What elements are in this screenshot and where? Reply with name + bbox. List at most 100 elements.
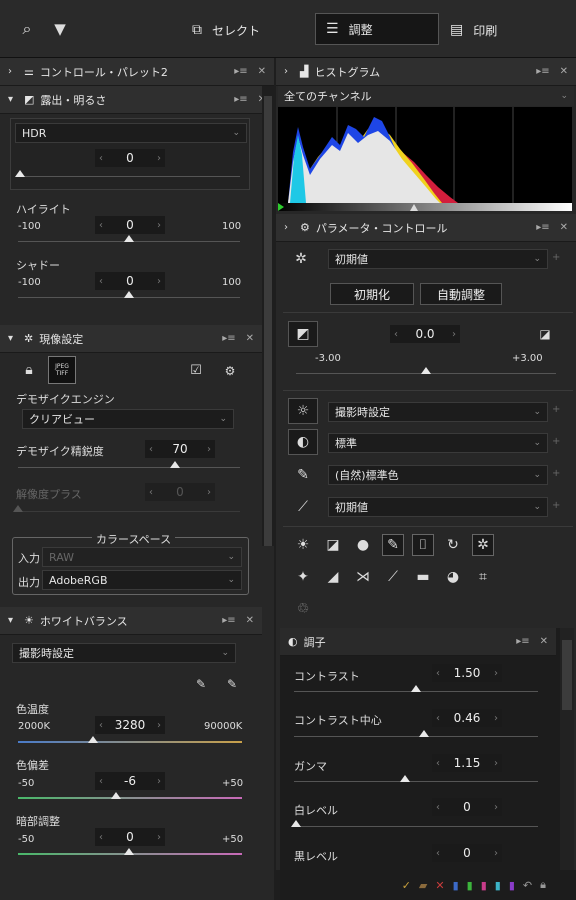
initialize-button[interactable]: 初期化: [330, 283, 414, 305]
close-icon[interactable]: ✕: [246, 615, 254, 626]
hdr-value[interactable]: 0: [126, 151, 134, 165]
increment-icon[interactable]: ›: [157, 153, 161, 164]
contrast-center-value[interactable]: 0.46: [454, 711, 481, 725]
picture-control-icon[interactable]: ◐: [288, 429, 318, 455]
rotate-icon[interactable]: ↻: [442, 534, 464, 556]
add-icon[interactable]: +: [552, 404, 560, 415]
contrast-slider-thumb[interactable]: [411, 685, 421, 692]
shadow-spinner[interactable]: ‹ 0 ›: [95, 272, 165, 290]
temp-slider-track[interactable]: [18, 741, 242, 743]
increment-icon[interactable]: ›: [494, 668, 498, 679]
channel-select[interactable]: 全てのチャンネル ⌄: [278, 86, 574, 106]
jpeg-tiff-icon[interactable]: JPEG TIFF: [48, 356, 76, 384]
white-level-slider-thumb[interactable]: [291, 820, 301, 827]
precision-value[interactable]: 70: [172, 442, 187, 456]
increment-icon[interactable]: ›: [207, 444, 211, 455]
crop-frame-icon[interactable]: ⌷: [412, 534, 434, 556]
brush-icon[interactable]: ⟋: [288, 494, 318, 520]
panel-menu-icon[interactable]: ▸≡: [222, 333, 235, 344]
check-icon[interactable]: ✓: [402, 879, 411, 892]
auto-exposure-icon[interactable]: ◪: [536, 325, 554, 343]
decrement-icon[interactable]: ‹: [149, 444, 153, 455]
decrement-icon[interactable]: ‹: [436, 802, 440, 813]
expand-arrow-icon[interactable]: ▾: [8, 333, 18, 344]
contrast-spinner[interactable]: ‹ 1.50 ›: [432, 664, 502, 682]
add-icon[interactable]: +: [552, 500, 560, 511]
contrast-center-slider-track[interactable]: [294, 736, 538, 737]
eyedropper-add-icon[interactable]: ✎: [222, 675, 242, 693]
add-icon[interactable]: +: [552, 468, 560, 479]
close-icon[interactable]: ✕: [246, 333, 254, 344]
highlight-spinner[interactable]: ‹ 0 ›: [95, 216, 165, 234]
contrast-center-spinner[interactable]: ‹ 0.46 ›: [432, 709, 502, 727]
decrement-icon[interactable]: ‹: [99, 220, 103, 231]
color-dropper-icon[interactable]: ✎: [288, 462, 318, 488]
exposure-header[interactable]: ▾ ◩ 露出・明るさ ▸≡✕: [0, 86, 274, 114]
precision-spinner[interactable]: ‹ 70 ›: [145, 440, 215, 458]
tint-slider-thumb[interactable]: [111, 792, 121, 799]
exposure-comp-slider-thumb[interactable]: [421, 367, 431, 374]
contrast-value[interactable]: 1.50: [454, 666, 481, 680]
increment-icon[interactable]: ›: [157, 720, 161, 731]
hdr-select[interactable]: HDR ⌄: [15, 123, 247, 143]
close-icon[interactable]: ✕: [560, 66, 568, 77]
gear-icon[interactable]: ✲: [292, 250, 310, 268]
decrement-icon[interactable]: ‹: [99, 720, 103, 731]
decrement-icon[interactable]: ‹: [436, 848, 440, 859]
decrement-icon[interactable]: ‹: [436, 713, 440, 724]
preset-select[interactable]: 初期値 ⌄: [328, 249, 548, 269]
search-icon[interactable]: ⌕: [16, 18, 38, 40]
black-level-spinner[interactable]: ‹ 0 ›: [432, 844, 502, 862]
lock-icon[interactable]: 🔒︎: [20, 360, 38, 380]
tint-spinner[interactable]: ‹ -6 ›: [95, 772, 165, 790]
tone-scrollbar-thumb[interactable]: [562, 640, 572, 710]
collapse-arrow-icon[interactable]: ›: [284, 222, 294, 233]
auto-adjust-button[interactable]: 自動調整: [420, 283, 502, 305]
sparkle-gear-icon[interactable]: ✲: [472, 534, 494, 556]
pencil-icon[interactable]: ✎: [382, 534, 404, 556]
settings-icon[interactable]: ⚙: [220, 362, 240, 380]
decrement-icon[interactable]: ‹: [99, 153, 103, 164]
checkbox-icon[interactable]: ☑: [188, 362, 204, 378]
label-pink-icon[interactable]: ▮: [481, 879, 487, 892]
left-scrollbar-thumb[interactable]: [264, 96, 272, 546]
gamma-slider-track[interactable]: [294, 781, 538, 782]
color-ball-icon[interactable]: ●: [352, 534, 374, 556]
temp-spinner[interactable]: ‹ 3280 ›: [95, 716, 165, 734]
paintbrush-icon[interactable]: ⟋: [382, 566, 404, 588]
wb-mode-select[interactable]: 撮影時設定 ⌄: [12, 643, 236, 663]
decrement-icon[interactable]: ‹: [99, 776, 103, 787]
increment-icon[interactable]: ›: [157, 220, 161, 231]
param-row2-select[interactable]: 標準 ⌄: [328, 433, 548, 453]
label-purple-icon[interactable]: ▮: [509, 879, 515, 892]
panel-menu-icon[interactable]: ▸≡: [536, 66, 549, 77]
label-blue-icon[interactable]: ▮: [453, 879, 459, 892]
decrement-icon[interactable]: ‹: [436, 758, 440, 769]
bandage-icon[interactable]: ▬: [412, 566, 434, 588]
increment-icon[interactable]: ›: [157, 276, 161, 287]
dark-spinner[interactable]: ‹ 0 ›: [95, 828, 165, 846]
precision-slider-thumb[interactable]: [170, 461, 180, 468]
decrement-icon[interactable]: ‹: [99, 276, 103, 287]
histogram-header[interactable]: › ▟ ヒストグラム ▸≡ ✕: [276, 58, 576, 86]
exposure-comp-spinner[interactable]: ‹ 0.0 ›: [390, 325, 460, 343]
param-row3-select[interactable]: (自然)標準色 ⌄: [328, 465, 548, 485]
increment-icon[interactable]: ›: [494, 802, 498, 813]
recycle-icon[interactable]: ♲: [292, 598, 314, 620]
filter-icon[interactable]: ▼: [50, 18, 70, 40]
temp-value[interactable]: 3280: [115, 718, 146, 732]
param-row4-select[interactable]: 初期値 ⌄: [328, 497, 548, 517]
black-level-value[interactable]: 0: [463, 846, 471, 860]
d-lighting-icon[interactable]: ☀: [292, 534, 314, 556]
increment-icon[interactable]: ›: [494, 713, 498, 724]
highlight-value[interactable]: 0: [126, 218, 134, 232]
white-level-value[interactable]: 0: [463, 800, 471, 814]
param-row1-select[interactable]: 撮影時設定 ⌄: [328, 402, 548, 422]
hdr-slider-thumb[interactable]: [15, 170, 25, 177]
panel-menu-icon[interactable]: ▸≡: [222, 615, 235, 626]
tint-slider-track[interactable]: [18, 797, 242, 799]
decrement-icon[interactable]: ‹: [394, 329, 398, 340]
tint-value[interactable]: -6: [124, 774, 136, 788]
develop-header[interactable]: ▾ ✲ 現像設定 ▸≡ ✕: [0, 325, 262, 353]
wb-header[interactable]: ▾ ☀ ホワイトバランス ▸≡ ✕: [0, 607, 262, 635]
